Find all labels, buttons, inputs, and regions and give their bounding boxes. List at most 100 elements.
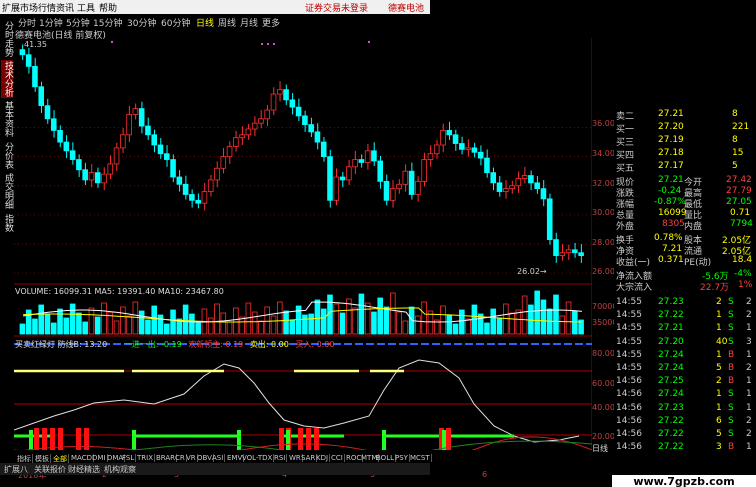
buy-signal-bar: [132, 430, 136, 450]
candle-down: [534, 182, 540, 190]
candle-down: [69, 150, 76, 160]
tab-intraday[interactable]: 分时走势: [1, 20, 13, 58]
volume-bar: [389, 292, 396, 335]
period-30min[interactable]: 30分钟: [127, 16, 156, 29]
volume-bar: [276, 301, 283, 335]
indicator-tab[interactable]: KDJ: [315, 454, 331, 462]
candle-down: [189, 194, 195, 201]
bottom-tab[interactable]: 机构观察: [104, 464, 136, 475]
bottom-tab[interactable]: 财经精选: [68, 464, 100, 475]
candle-up: [214, 167, 220, 181]
volume-bar: [88, 307, 95, 335]
ind-tick: 60.00: [592, 379, 615, 388]
candle-up: [521, 175, 528, 179]
candle-up: [113, 147, 120, 165]
indicator-tab[interactable]: PSY: [394, 454, 410, 462]
tab-trade-detail[interactable]: 成交明细: [1, 172, 13, 210]
candle-up: [352, 159, 358, 168]
tick-p: 27.24: [658, 389, 684, 400]
candle-down: [163, 153, 170, 160]
candle-up: [107, 163, 114, 175]
tick-row: 14:56 27.23 1 S 1: [614, 403, 756, 414]
tab-fundamentals[interactable]: 基本资料: [1, 100, 13, 138]
quote-row: 外盘 8305 内盘 7794: [616, 219, 753, 232]
buy-signal-bar: [382, 430, 386, 450]
sell-signal-bar: [50, 428, 55, 450]
quote-row: 净资 7.21 流通 2.05亿: [616, 244, 752, 257]
volume-bar: [57, 308, 63, 335]
tick-t: 14:55: [616, 349, 642, 360]
period-weekly[interactable]: 周线: [218, 16, 236, 29]
tick-p: 27.22: [658, 442, 684, 453]
indicator-tab[interactable]: VOL-TDX: [241, 454, 275, 462]
candle-up: [559, 252, 566, 257]
tick-v: 2: [716, 297, 722, 307]
order-row: 买三 27.19 8: [616, 135, 738, 148]
tick-s: S: [728, 402, 734, 413]
tick-n: 2: [746, 429, 752, 439]
tick-v: 2: [716, 376, 722, 387]
tick-n: 1: [746, 389, 752, 400]
kline-chart[interactable]: 26.02→: [14, 38, 592, 450]
candle-down: [578, 252, 584, 257]
quote-row: 涨跌 -0.24 最高 27.79: [616, 186, 752, 199]
tab-technical[interactable]: 技术分析: [1, 60, 13, 98]
volume-bar: [50, 322, 57, 335]
period-60min[interactable]: 60分钟: [161, 16, 190, 29]
menu-help[interactable]: 帮助: [99, 1, 117, 14]
candle-down: [145, 125, 151, 136]
day-tab[interactable]: 日线: [592, 443, 608, 454]
tick-s: S: [728, 297, 734, 307]
tab-price-table[interactable]: 分价表: [1, 140, 13, 170]
volume-bar: [138, 310, 145, 335]
candle-down: [308, 124, 314, 133]
indicator-tab[interactable]: FSL: [121, 454, 137, 462]
candle-up: [565, 249, 572, 254]
tick-t: 14:56: [616, 442, 642, 453]
buy-signal-bar: [442, 430, 446, 450]
event-marker: [273, 43, 275, 45]
indicator-legend: 买卖红绿灯 防线B: 13.20 一进一出: -0.19 欢新领主: 0.19 …: [15, 339, 334, 350]
trade-login-status[interactable]: 证券交易未登录: [305, 1, 368, 14]
indicator-tab[interactable]: ASI: [211, 454, 226, 462]
y-tick: 32.00: [592, 179, 615, 188]
candle-down: [358, 159, 365, 163]
quote-row: 总量 16099 量比 0.71: [616, 208, 751, 221]
volume-bar: [553, 294, 559, 335]
menu-tools[interactable]: 工具: [77, 1, 95, 14]
volume-bar: [76, 312, 82, 335]
indicator-tab[interactable]: TRIX: [136, 454, 155, 462]
volume-bar: [145, 319, 151, 335]
volume-bar: [195, 322, 201, 335]
flow-row: 大宗流入 22.7万 1%: [616, 280, 753, 293]
ind-tick: 40.00: [592, 403, 615, 412]
bottom-tab[interactable]: 关联报价: [34, 464, 66, 475]
menu-bar: 扩展市场行情 资讯 工具 帮助 证券交易未登录 德赛电池: [0, 0, 430, 14]
candle-down: [327, 156, 333, 201]
tick-row: 14:56 27.24 1 S 1: [614, 389, 756, 400]
bottom-tab[interactable]: 扩展八: [4, 464, 28, 475]
indicator-item: 买入: 0.00: [295, 340, 335, 349]
event-marker: [267, 43, 269, 45]
indicator-tab[interactable]: RSI: [273, 454, 288, 462]
buy-signal-bar: [286, 430, 290, 450]
indicator-tab[interactable]: CCI: [330, 454, 345, 462]
order-row: 买四 27.18 15: [616, 148, 744, 161]
tick-p: 27.20: [658, 336, 684, 347]
volume-bar: [320, 308, 327, 335]
quote-row: 现价 27.21 今开 27.42: [616, 175, 752, 188]
candle-down: [320, 141, 327, 158]
menu-news[interactable]: 资讯: [56, 1, 74, 14]
indicator-tab[interactable]: MCST: [409, 454, 432, 462]
event-marker: [368, 41, 370, 43]
period-monthly[interactable]: 月线: [240, 16, 258, 29]
menu-extended-market[interactable]: 扩展市场行情: [2, 1, 56, 14]
indicator-tab[interactable]: BOLL: [375, 454, 396, 462]
period-daily[interactable]: 日线: [196, 16, 214, 29]
candle-up: [226, 146, 233, 158]
tab-index[interactable]: 指数: [1, 212, 13, 234]
period-more[interactable]: 更多: [262, 16, 280, 29]
tick-t: 14:56: [616, 415, 642, 426]
volume-bar: [314, 299, 321, 335]
indicator-tab-bar: 指标 模板 全部 MACD DMI DMA FSL TRIX BRAR CR V…: [14, 453, 592, 464]
